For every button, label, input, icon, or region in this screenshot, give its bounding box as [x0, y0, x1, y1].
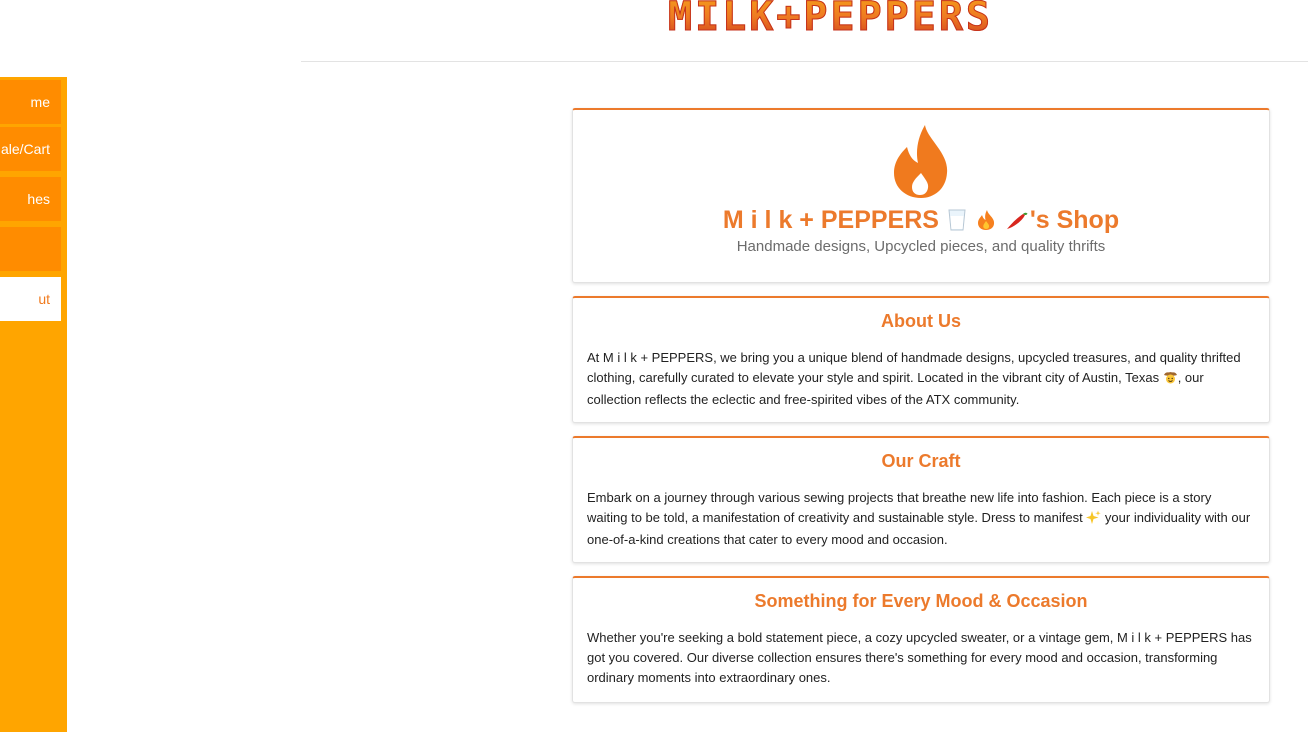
sparkles-icon: [1086, 510, 1102, 530]
about-us-heading: About Us: [881, 311, 961, 331]
shop-title: M i l k + PEPPERS 's Shop: [573, 203, 1269, 240]
sidebar: me ale/Cart hes ut: [0, 77, 67, 732]
every-mood-heading: Something for Every Mood & Occasion: [754, 591, 1088, 611]
sidebar-item-label: hes: [27, 191, 50, 207]
chili-pepper-icon: [1005, 206, 1029, 240]
sidebar-item-4[interactable]: [0, 227, 61, 271]
sidebar-item-home[interactable]: me: [0, 80, 61, 124]
our-craft-text: Embark on a journey through various sewi…: [587, 488, 1255, 550]
our-craft-heading: Our Craft: [881, 451, 961, 471]
every-mood-text: Whether you're seeking a bold statement …: [587, 630, 1252, 685]
site-logo[interactable]: MILK+PEPPERS: [668, 0, 1068, 42]
brand-name: M i l k + PEPPERS: [722, 206, 939, 234]
sidebar-item-sale-cart[interactable]: ale/Cart: [0, 127, 61, 171]
sidebar-item-about[interactable]: ut: [0, 277, 61, 321]
fire-icon: [976, 206, 996, 240]
about-us-card: About Us At M i l k + PEPPERS, we bring …: [572, 296, 1270, 423]
sidebar-item-label: ale/Cart: [0, 141, 50, 157]
sidebar-item-clothes[interactable]: hes: [0, 177, 61, 221]
header-divider: [301, 61, 1308, 62]
our-craft-card: Our Craft Embark on a journey through va…: [572, 436, 1270, 563]
cowboy-face-icon: [1163, 370, 1178, 390]
shop-suffix: 's Shop: [1029, 206, 1120, 234]
sidebar-item-label: me: [30, 94, 50, 110]
about-us-text: At M i l k + PEPPERS, we bring you a uni…: [587, 348, 1255, 410]
shop-tagline: Handmade designs, Upcycled pieces, and q…: [736, 238, 1106, 255]
milk-glass-icon: [947, 206, 967, 240]
every-mood-card: Something for Every Mood & Occasion Whet…: [572, 576, 1270, 703]
flame-icon: [894, 125, 948, 198]
about-us-text-part: At M i l k + PEPPERS, we bring you a uni…: [587, 350, 1241, 385]
hero-card: M i l k + PEPPERS 's Shop Handmade desig…: [572, 108, 1270, 283]
sidebar-item-label: ut: [38, 291, 50, 307]
